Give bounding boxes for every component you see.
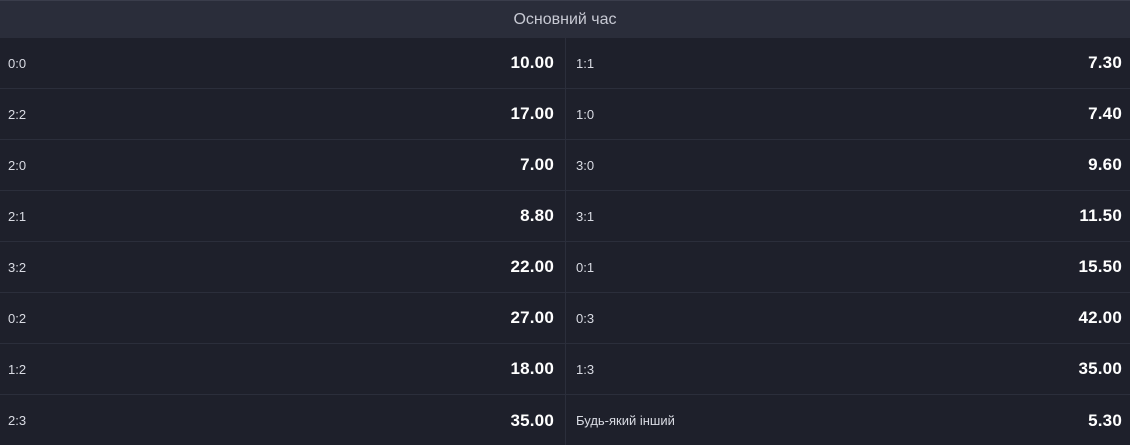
odds-cell[interactable]: 2:1 8.80	[0, 191, 566, 242]
odds-value: 7.00	[520, 155, 554, 174]
score-label: 1:1	[576, 55, 595, 71]
odds-cell[interactable]: 3:2 22.00	[0, 242, 566, 293]
market-title: Основний час	[0, 0, 1130, 38]
odds-cell[interactable]: 0:2 27.00	[0, 293, 566, 344]
odds-value: 27.00	[510, 308, 554, 327]
odds-value: 42.00	[1078, 308, 1122, 327]
score-label: 2:1	[8, 208, 27, 224]
odds-cell[interactable]: 0:1 15.50	[566, 242, 1130, 293]
odds-cell[interactable]: 1:0 7.40	[566, 89, 1130, 140]
odds-cell[interactable]: 3:1 11.50	[566, 191, 1130, 242]
score-label: 1:0	[576, 106, 595, 122]
odds-cell[interactable]: 1:1 7.30	[566, 38, 1130, 89]
odds-value: 5.30	[1088, 410, 1122, 430]
odds-value: 8.80	[520, 206, 554, 225]
odds-value: 7.40	[1088, 104, 1122, 123]
odds-value: 35.00	[1078, 359, 1122, 378]
odds-value: 7.30	[1088, 53, 1122, 72]
score-label: 3:1	[576, 208, 595, 224]
odds-cell[interactable]: 1:3 35.00	[566, 344, 1130, 395]
odds-grid: 0:0 10.00 1:1 7.30 2:2 17.00 1:0 7.40 2:…	[0, 38, 1130, 445]
odds-cell[interactable]: 2:0 7.00	[0, 140, 566, 191]
correct-score-market: Основний час 0:0 10.00 1:1 7.30 2:2 17.0…	[0, 0, 1130, 445]
odds-value: 22.00	[510, 257, 554, 276]
score-label: 1:2	[8, 361, 27, 377]
odds-value: 35.00	[510, 410, 554, 430]
odds-cell[interactable]: 2:2 17.00	[0, 89, 566, 140]
score-label: 0:0	[8, 55, 27, 71]
score-label: 3:0	[576, 157, 595, 173]
odds-cell[interactable]: 0:3 42.00	[566, 293, 1130, 344]
odds-cell[interactable]: 3:0 9.60	[566, 140, 1130, 191]
odds-value: 17.00	[510, 104, 554, 123]
odds-value: 18.00	[510, 359, 554, 378]
score-label: 0:1	[576, 259, 595, 275]
score-label: 2:2	[8, 106, 27, 122]
odds-cell[interactable]: 2:3 35.00	[0, 395, 566, 445]
score-label: 3:2	[8, 259, 27, 275]
score-label: 2:3	[8, 413, 27, 428]
score-label: 1:3	[576, 361, 595, 377]
odds-value: 11.50	[1079, 206, 1122, 225]
score-label: 2:0	[8, 157, 27, 173]
score-label: 0:2	[8, 310, 27, 326]
score-label: Будь-який інший	[576, 413, 675, 428]
odds-cell[interactable]: Будь-який інший 5.30	[566, 395, 1130, 445]
odds-value: 15.50	[1078, 257, 1122, 276]
odds-value: 9.60	[1088, 155, 1122, 174]
odds-cell[interactable]: 1:2 18.00	[0, 344, 566, 395]
score-label: 0:3	[576, 310, 595, 326]
odds-value: 10.00	[510, 53, 554, 72]
odds-cell[interactable]: 0:0 10.00	[0, 38, 566, 89]
